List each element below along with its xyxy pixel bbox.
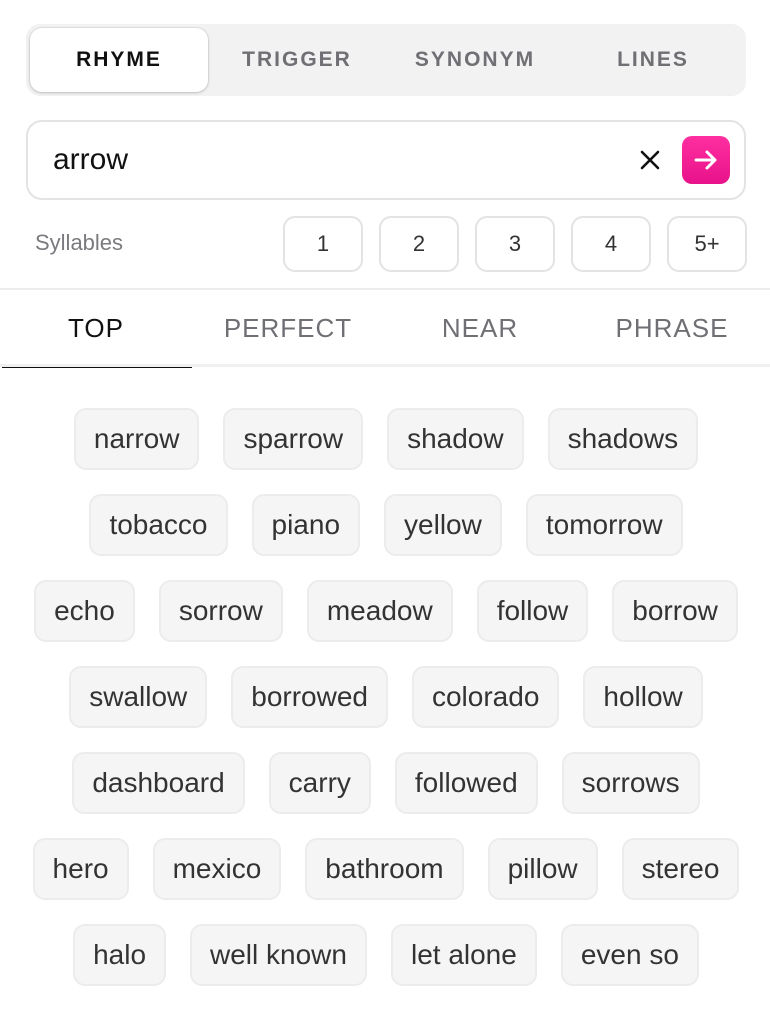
results-row: dashboard carry followed sorrows <box>22 752 750 814</box>
result-tabs: TOP PERFECT NEAR PHRASE <box>0 290 770 368</box>
syllables-filter: Syllables 1 2 3 4 5+ <box>0 214 770 272</box>
tab-near[interactable]: NEAR <box>384 290 576 366</box>
search-submit-button[interactable] <box>682 136 730 184</box>
rhyme-chip[interactable]: piano <box>251 494 361 556</box>
arrow-right-icon <box>694 150 717 170</box>
rhyme-chip[interactable]: stereo <box>621 838 740 900</box>
rhyme-chip[interactable]: borrow <box>612 580 738 642</box>
syllable-button-3[interactable]: 3 <box>475 216 555 272</box>
close-icon <box>640 150 660 170</box>
rhyme-chip[interactable]: carry <box>268 752 371 814</box>
tab-perfect[interactable]: PERFECT <box>192 290 384 366</box>
rhyme-chip[interactable]: shadow <box>387 408 524 470</box>
rhyme-chip[interactable]: pillow <box>487 838 598 900</box>
syllable-button-1[interactable]: 1 <box>283 216 363 272</box>
syllable-button-2[interactable]: 2 <box>379 216 459 272</box>
syllables-label: Syllables <box>35 230 124 255</box>
search-box <box>26 120 746 200</box>
rhyme-chip[interactable]: sparrow <box>223 408 364 470</box>
rhyme-chip[interactable]: followed <box>394 752 538 814</box>
results-row: hero mexico bathroom pillow stereo <box>22 838 750 900</box>
rhyme-chip[interactable]: even so <box>560 924 699 986</box>
rhyme-chip[interactable]: follow <box>476 580 589 642</box>
results-row: echo sorrow meadow follow borrow <box>22 580 750 642</box>
tab-phrase[interactable]: PHRASE <box>576 290 768 366</box>
rhyme-chip[interactable]: narrow <box>73 408 200 470</box>
results-row: tobacco piano yellow tomorrow <box>22 494 750 556</box>
clear-button[interactable] <box>628 138 672 182</box>
syllable-button-5-plus[interactable]: 5+ <box>667 216 747 272</box>
mode-tab-lines[interactable]: LINES <box>564 28 742 92</box>
rhyme-chip[interactable]: tomorrow <box>525 494 683 556</box>
rhyme-chip[interactable]: halo <box>73 924 167 986</box>
syllable-button-4[interactable]: 4 <box>571 216 651 272</box>
results-row: narrow sparrow shadow shadows <box>22 408 750 470</box>
mode-selector: RHYME TRIGGER SYNONYM LINES <box>26 24 746 96</box>
rhyme-chip[interactable]: let alone <box>390 924 537 986</box>
search-input[interactable] <box>28 122 628 198</box>
mode-tab-rhyme[interactable]: RHYME <box>30 28 208 92</box>
rhyme-chip[interactable]: hollow <box>583 666 703 728</box>
rhyme-chip[interactable]: well known <box>190 924 367 986</box>
rhyme-chip[interactable]: sorrow <box>158 580 283 642</box>
rhyme-chip[interactable]: dashboard <box>72 752 245 814</box>
results-row: swallow borrowed colorado hollow <box>22 666 750 728</box>
tab-top[interactable]: TOP <box>0 290 192 368</box>
rhyme-chip[interactable]: swallow <box>69 666 208 728</box>
mode-tab-trigger[interactable]: TRIGGER <box>208 28 386 92</box>
rhyme-chip[interactable]: echo <box>34 580 135 642</box>
rhyme-chip[interactable]: meadow <box>306 580 453 642</box>
mode-tab-synonym[interactable]: SYNONYM <box>386 28 564 92</box>
rhyme-chip[interactable]: borrowed <box>231 666 388 728</box>
rhyme-chip[interactable]: sorrows <box>561 752 700 814</box>
rhyme-chip[interactable]: bathroom <box>305 838 464 900</box>
rhyme-chip[interactable]: mexico <box>152 838 282 900</box>
results-row: halo well known let alone even so <box>22 924 750 986</box>
rhyme-chip[interactable]: yellow <box>384 494 502 556</box>
rhyme-chip[interactable]: shadows <box>547 408 699 470</box>
rhyme-app: RHYME TRIGGER SYNONYM LINES Syllables 1 … <box>0 0 770 1016</box>
tabs-divider <box>0 364 770 367</box>
rhyme-chip[interactable]: hero <box>32 838 129 900</box>
rhyme-chip[interactable]: tobacco <box>89 494 228 556</box>
results-list: narrow sparrow shadow shadows tobacco pi… <box>22 408 750 1010</box>
rhyme-chip[interactable]: colorado <box>411 666 560 728</box>
